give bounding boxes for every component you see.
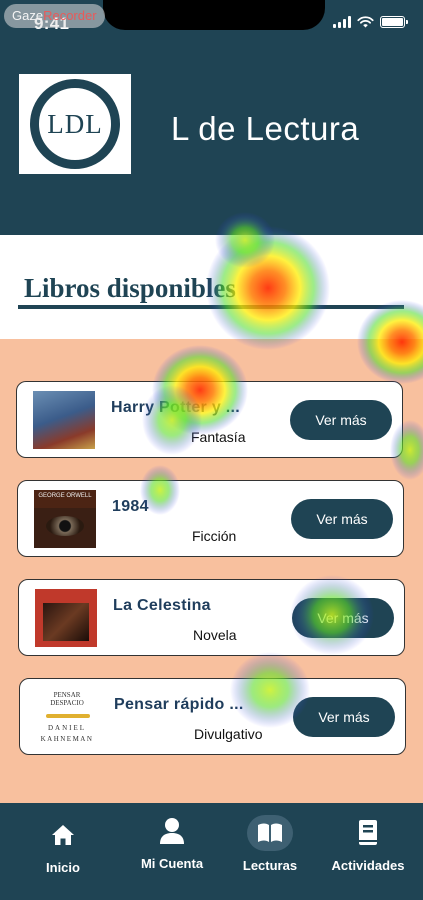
section-header: Libros disponibles [0, 235, 423, 339]
section-title: Libros disponibles [24, 273, 236, 303]
book-genre: Novela [193, 627, 237, 643]
ver-mas-button[interactable]: Ver más [293, 697, 395, 737]
book-title: 1984 [112, 498, 149, 515]
tab-label: Inicio [46, 860, 80, 875]
ver-mas-button[interactable]: Ver más [291, 499, 393, 539]
status-bar: 9:41 GazeRecorder [0, 0, 423, 44]
tab-mi-cuenta[interactable]: Mi Cuenta [122, 813, 222, 883]
tab-lecturas[interactable]: Lecturas [220, 815, 320, 885]
tab-label: Actividades [331, 858, 405, 873]
app-logo: LDL [19, 74, 131, 174]
book-cover-harry-potter [33, 391, 95, 449]
cover-author: GEORGE ORWELL [34, 490, 96, 508]
device-notch [103, 0, 325, 30]
recorder-badge: GazeRecorder [4, 4, 105, 28]
book-icon [258, 823, 282, 842]
cover-author-first: DANIEL [47, 724, 87, 732]
cellular-signal-icon [333, 16, 351, 28]
app-title: L de Lectura [171, 110, 360, 147]
book-title: Harry Potter y ... [111, 399, 241, 416]
cover-painting [43, 603, 89, 641]
book-title: La Celestina [113, 597, 211, 614]
user-icon [160, 818, 184, 844]
book-cover-1984: GEORGE ORWELL [34, 490, 96, 548]
app-header: LDL L de Lectura [0, 44, 423, 235]
book-card-la-celestina[interactable]: La Celestina Novela Ver más [18, 579, 405, 656]
cover-eye-art [46, 516, 84, 536]
pencil-icon [46, 714, 90, 718]
cover-author-last: KAHNEMAN [40, 735, 94, 743]
recorder-badge-recorder: Recorder [43, 8, 97, 23]
tab-label: Mi Cuenta [140, 856, 204, 871]
notebook-icon [359, 820, 377, 845]
logo-text: LDL [47, 108, 103, 139]
tab-label: Lecturas [242, 858, 298, 873]
book-cover-pensar-rapido: PENSAR DESPACIO DANIEL KAHNEMAN [36, 688, 98, 746]
section-divider [18, 305, 404, 309]
book-card-harry-potter[interactable]: Harry Potter y ... Fantasía Ver más [16, 381, 403, 458]
book-genre: Divulgativo [194, 726, 263, 742]
home-icon [52, 825, 74, 845]
cover-title: PENSAR DESPACIO [50, 691, 84, 707]
status-icons [333, 16, 408, 28]
ver-mas-button[interactable]: Ver más [292, 598, 394, 638]
recorder-badge-gaze: Gaze [12, 8, 44, 23]
book-card-pensar-rapido[interactable]: PENSAR DESPACIO DANIEL KAHNEMAN Pensar r… [19, 678, 406, 755]
battery-icon [380, 16, 408, 28]
bottom-tab-bar: Inicio Mi Cuenta Lecturas Actividades [0, 803, 423, 900]
tab-actividades[interactable]: Actividades [318, 815, 418, 885]
book-list: Harry Potter y ... Fantasía Ver más GEOR… [0, 339, 423, 803]
tab-inicio[interactable]: Inicio [13, 817, 113, 887]
book-cover-la-celestina [35, 589, 97, 647]
book-genre: Ficción [192, 528, 237, 544]
book-card-1984[interactable]: GEORGE ORWELL 1984 Ficción Ver más [17, 480, 404, 557]
logo-ring: LDL [30, 79, 120, 169]
wifi-icon [357, 16, 374, 28]
ver-mas-button[interactable]: Ver más [290, 400, 392, 440]
book-genre: Fantasía [191, 429, 246, 445]
book-title: Pensar rápido ... [114, 696, 244, 713]
